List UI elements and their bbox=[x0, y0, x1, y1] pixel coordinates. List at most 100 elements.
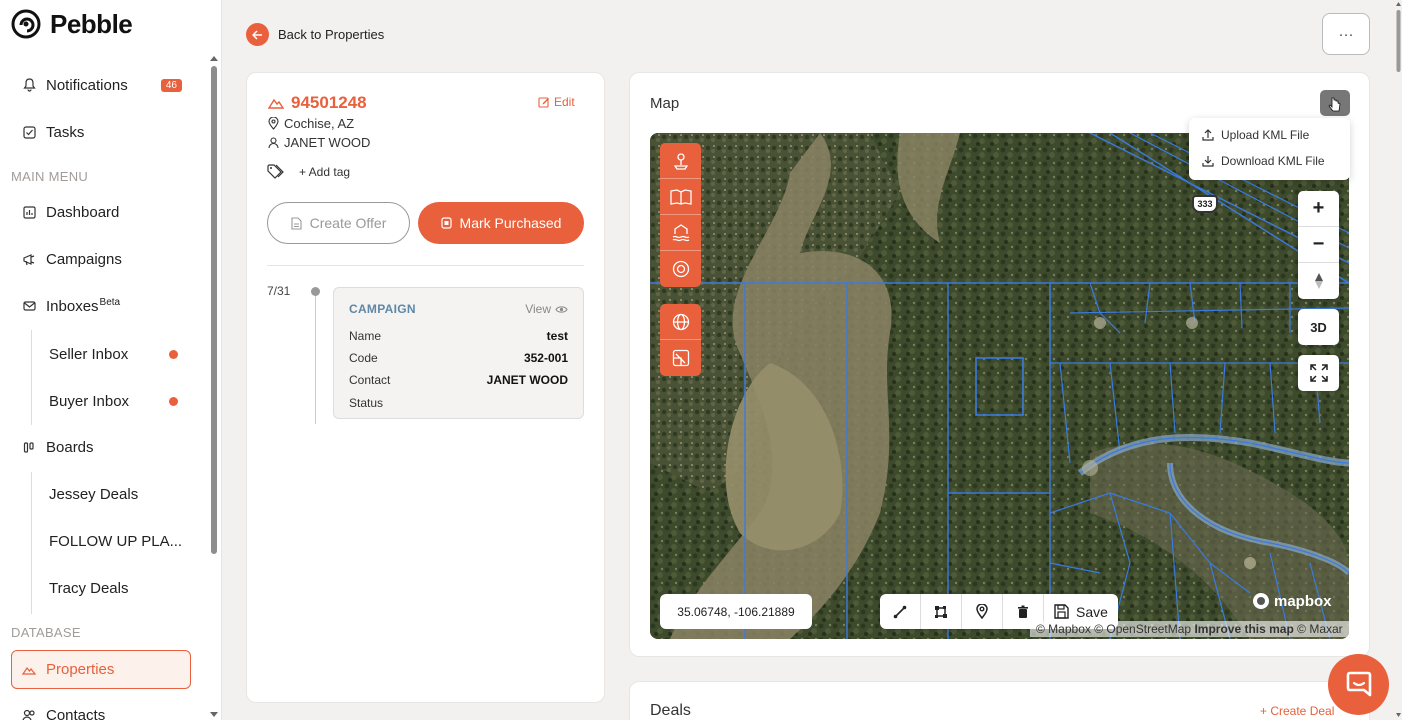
section-header-main-menu: MAIN MENU bbox=[11, 169, 89, 184]
attribution-maxar[interactable]: © Maxar bbox=[1297, 622, 1343, 636]
owner-text: JANET WOOD bbox=[284, 135, 371, 150]
sidebar-item-notifications[interactable]: Notifications 46 bbox=[12, 67, 192, 103]
create-offer-button[interactable]: Create Offer bbox=[267, 202, 410, 244]
trash-icon bbox=[1017, 605, 1029, 619]
map-tool-button[interactable] bbox=[660, 143, 701, 179]
sidebar-item-label: Notifications bbox=[46, 76, 128, 94]
page-scrollbar[interactable] bbox=[1395, 0, 1402, 720]
map-style-icon bbox=[672, 349, 690, 367]
satellite-imagery bbox=[650, 133, 1349, 639]
sidebar-item-label: Boards bbox=[46, 438, 94, 456]
row-label: Status bbox=[349, 396, 384, 410]
location-person-icon bbox=[672, 152, 690, 170]
support-chat-button[interactable] bbox=[1328, 654, 1389, 715]
property-id-heading: 94501248 bbox=[268, 93, 367, 113]
map-pin-icon bbox=[976, 604, 988, 619]
submenu-line bbox=[31, 472, 32, 614]
scroll-up-arrow[interactable] bbox=[209, 55, 219, 63]
sidebar-scrollbar[interactable] bbox=[211, 66, 217, 554]
sidebar-item-inboxes[interactable]: InboxesBeta bbox=[12, 288, 192, 324]
sidebar-item-properties[interactable]: Properties bbox=[11, 650, 191, 689]
polygon-icon bbox=[934, 605, 948, 619]
more-options-button[interactable]: ··· bbox=[1322, 13, 1370, 55]
eye-icon bbox=[555, 305, 568, 314]
bell-icon bbox=[22, 78, 36, 92]
create-offer-label: Create Offer bbox=[309, 215, 387, 231]
map-tool-button[interactable] bbox=[660, 304, 701, 340]
sidebar-item-board[interactable]: Tracy Deals bbox=[38, 570, 188, 606]
scroll-down-arrow[interactable] bbox=[209, 711, 219, 719]
campaign-card: CAMPAIGN View Name test Code 352-001 Conta… bbox=[333, 287, 584, 419]
compass-button[interactable] bbox=[1298, 263, 1339, 299]
campaign-view-link[interactable]: View bbox=[525, 302, 568, 316]
draw-line-button[interactable] bbox=[880, 594, 921, 629]
floppy-disk-icon bbox=[1054, 604, 1069, 619]
fullscreen-button[interactable] bbox=[1298, 355, 1339, 391]
sidebar-item-boards[interactable]: Boards bbox=[12, 429, 192, 465]
row-label: Contact bbox=[349, 373, 391, 387]
map-attribution: © Mapbox © OpenStreetMap Improve this ma… bbox=[1030, 621, 1349, 637]
sidebar-item-board[interactable]: FOLLOW UP PLA... bbox=[38, 523, 188, 559]
map-view-tools bbox=[660, 304, 701, 376]
map-tool-button[interactable] bbox=[660, 340, 701, 376]
sidebar-item-label: FOLLOW UP PLA... bbox=[49, 532, 183, 550]
sidebar-item-tasks[interactable]: Tasks bbox=[12, 114, 192, 150]
attribution-text[interactable]: © Mapbox © OpenStreetMap bbox=[1036, 622, 1191, 636]
create-deal-button[interactable]: + Create Deal bbox=[1260, 704, 1334, 718]
purchase-icon bbox=[440, 217, 452, 229]
draw-marker-button[interactable] bbox=[962, 594, 1003, 629]
edit-button[interactable]: Edit bbox=[538, 95, 575, 109]
sidebar-item-buyer-inbox[interactable]: Buyer Inbox bbox=[38, 383, 188, 419]
back-to-properties-link[interactable]: Back to Properties bbox=[246, 23, 384, 46]
satellite-map[interactable]: 333 + − 3D 35.06748, -106.21889 Save map… bbox=[650, 133, 1349, 639]
section-header-database: DATABASE bbox=[11, 625, 81, 640]
envelope-icon bbox=[22, 299, 36, 313]
map-tool-button[interactable] bbox=[660, 251, 701, 287]
checkbox-icon bbox=[22, 125, 36, 139]
zoom-in-button[interactable]: + bbox=[1298, 191, 1339, 227]
3d-view-button[interactable]: 3D bbox=[1298, 309, 1339, 345]
location-text: Cochise, AZ bbox=[284, 116, 355, 131]
sidebar-item-campaigns[interactable]: Campaigns bbox=[12, 241, 192, 277]
row-label: Name bbox=[349, 329, 382, 343]
edit-label: Edit bbox=[554, 95, 575, 109]
logo[interactable]: Pebble bbox=[10, 8, 133, 40]
sidebar-item-label: Properties bbox=[46, 661, 115, 678]
campaign-row: Contact JANET WOOD bbox=[349, 373, 568, 387]
sidebar: Pebble Notifications 46 Tasks MAIN MENU … bbox=[0, 0, 222, 720]
tag-icon bbox=[267, 164, 285, 180]
zoom-out-button[interactable]: − bbox=[1298, 227, 1339, 263]
globe-icon bbox=[672, 313, 690, 331]
map-settings-button[interactable] bbox=[1320, 90, 1350, 116]
map-tool-button[interactable] bbox=[660, 215, 701, 251]
add-tag-button[interactable]: + Add tag bbox=[299, 165, 350, 179]
sidebar-item-dashboard[interactable]: Dashboard bbox=[12, 194, 192, 230]
mountain-icon bbox=[268, 97, 284, 109]
deals-card: Deals + Create Deal bbox=[629, 681, 1370, 720]
cursor-hand-icon bbox=[1320, 90, 1350, 116]
download-kml-menu-item[interactable]: Download KML File bbox=[1202, 154, 1325, 168]
improve-map-link[interactable]: Improve this map bbox=[1194, 622, 1293, 636]
property-id: 94501248 bbox=[291, 93, 367, 112]
sidebar-item-seller-inbox[interactable]: Seller Inbox bbox=[38, 336, 188, 372]
map-tool-button[interactable] bbox=[660, 179, 701, 215]
timeline-date: 7/31 bbox=[267, 284, 291, 298]
property-owner: JANET WOOD bbox=[268, 135, 370, 150]
draw-polygon-button[interactable] bbox=[921, 594, 962, 629]
campaign-row: Name test bbox=[349, 329, 568, 343]
mountain-icon bbox=[22, 663, 36, 677]
mapbox-logo[interactable]: mapbox bbox=[1252, 592, 1332, 610]
row-label: Code bbox=[349, 351, 378, 365]
tag-row: + Add tag bbox=[267, 164, 350, 180]
upload-kml-label: Upload KML File bbox=[1221, 128, 1310, 142]
plus-icon: + bbox=[1312, 197, 1325, 219]
sidebar-item-contacts[interactable]: Contacts bbox=[12, 697, 192, 720]
map-layer-tools bbox=[660, 143, 701, 287]
upload-kml-menu-item[interactable]: Upload KML File bbox=[1202, 128, 1309, 142]
mark-purchased-button[interactable]: Mark Purchased bbox=[418, 202, 584, 244]
kml-dropdown-menu: Upload KML File Download KML File bbox=[1189, 118, 1350, 180]
sidebar-item-board[interactable]: Jessey Deals bbox=[38, 476, 188, 512]
chat-bubble-icon bbox=[1344, 671, 1374, 699]
mapbox-label: mapbox bbox=[1274, 592, 1332, 610]
line-icon bbox=[893, 605, 907, 619]
